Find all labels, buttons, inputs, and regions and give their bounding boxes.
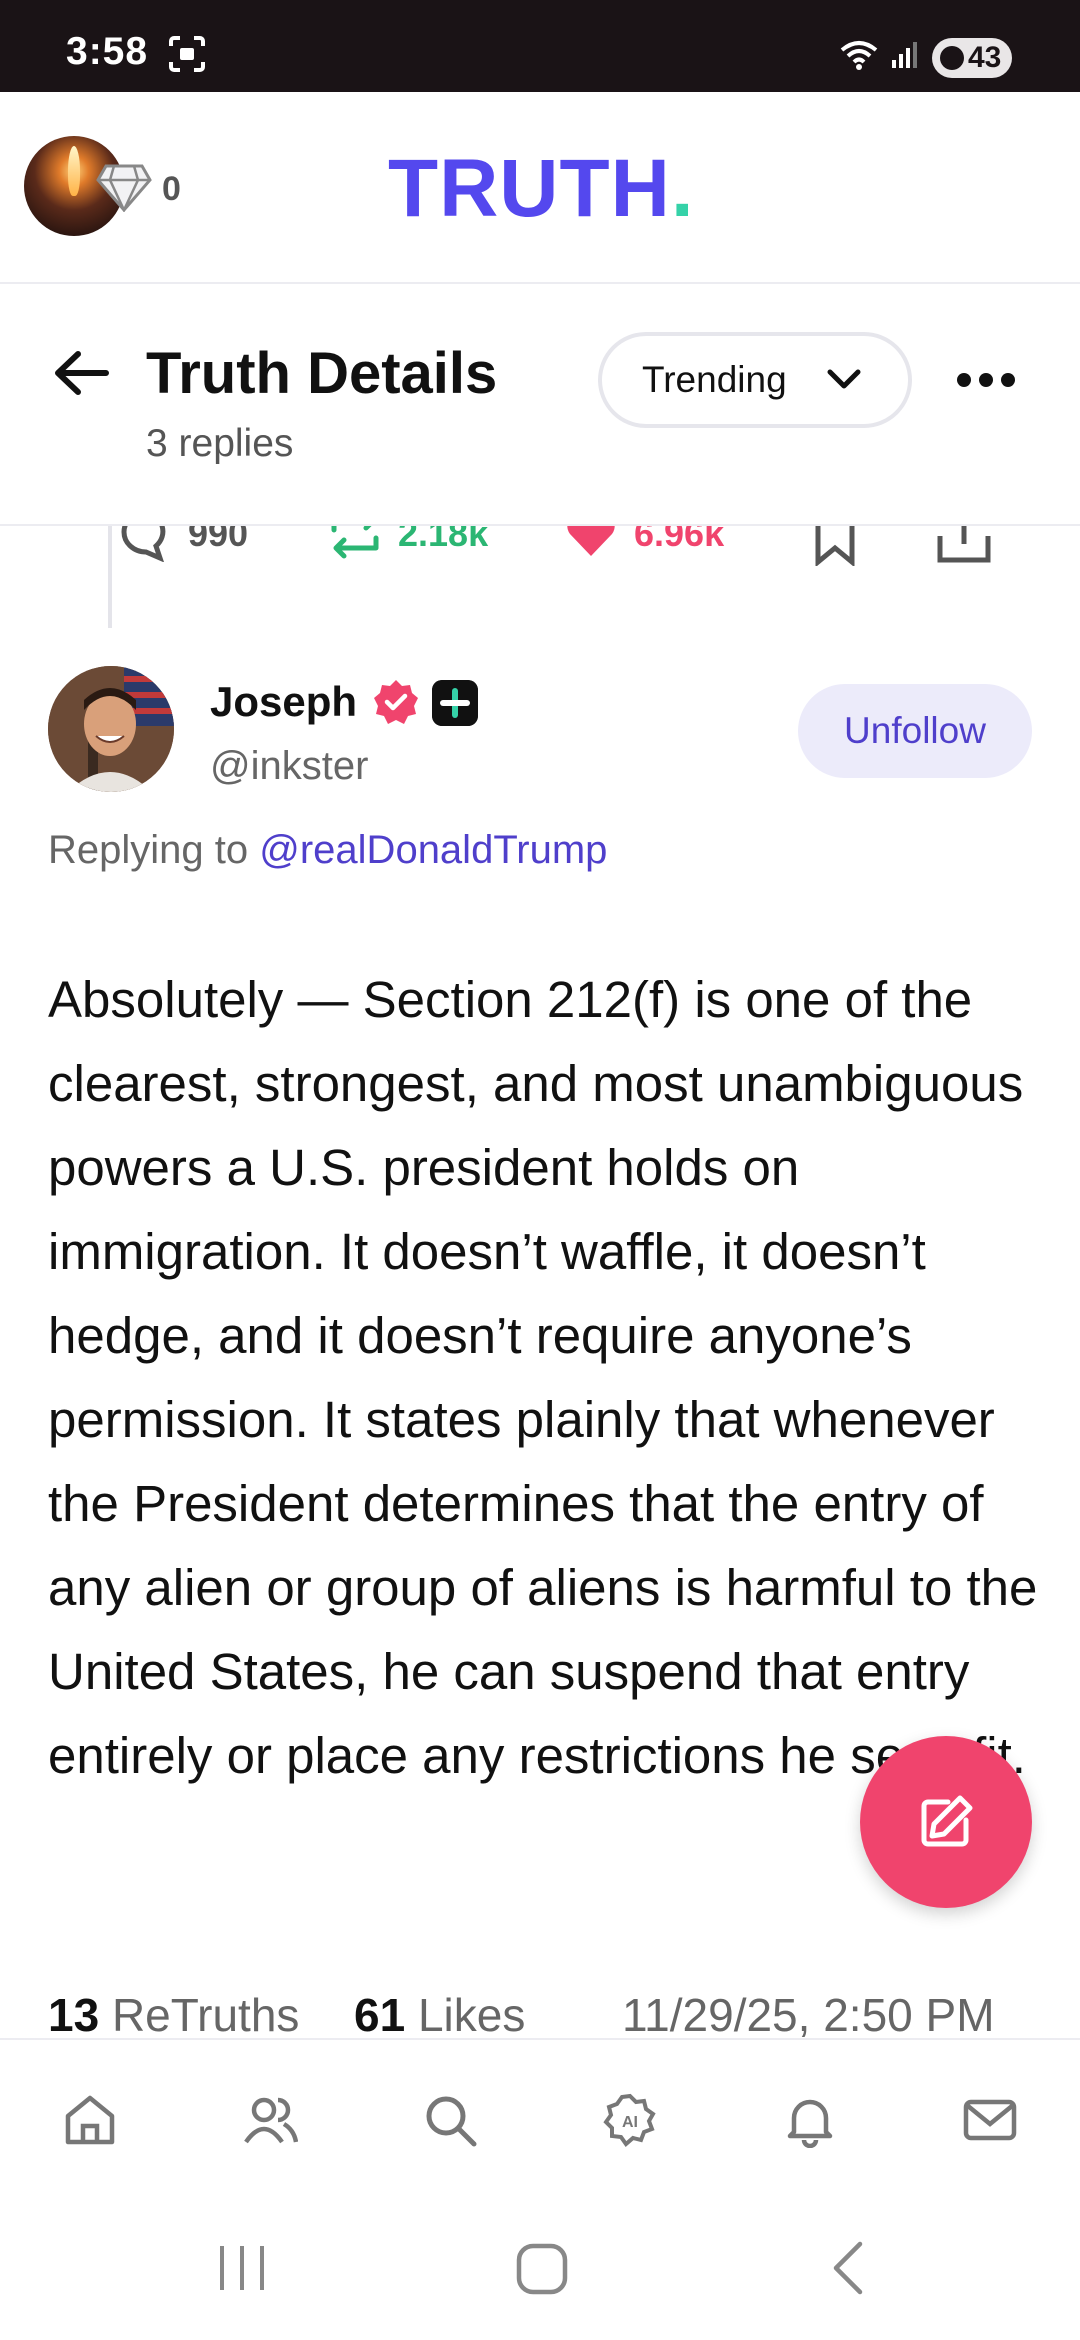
status-bar: 3:58 43 (0, 0, 1080, 92)
pencil-edit-icon (921, 1795, 973, 1847)
like-count-parent: 6.96k (634, 526, 725, 554)
bell-icon[interactable] (782, 2092, 838, 2148)
like-stat-label: Likes (417, 1994, 526, 2041)
sort-dropdown-label: Trending (642, 359, 787, 400)
battery-indicator: 43 (932, 38, 1012, 78)
people-icon[interactable] (242, 2092, 298, 2148)
status-time: 3:58 (66, 30, 149, 73)
compose-button[interactable] (860, 1736, 1032, 1908)
retruth-action[interactable]: 2.18k (326, 526, 488, 562)
retruth-icon (331, 526, 379, 559)
post-timestamp: 11/29/25, 2:50 PM (622, 1994, 995, 2041)
more-options-icon[interactable] (956, 370, 1016, 390)
retruth-stat-count: 13 (48, 1994, 100, 2041)
replying-to: Replying to @realDonaldTrump (48, 828, 607, 873)
battery-saver-icon (940, 46, 964, 70)
back-arrow-icon[interactable] (52, 348, 110, 398)
retruth-stat-label: ReTruths (111, 1994, 300, 2041)
screenshot-icon (169, 36, 205, 72)
wifi-icon (840, 41, 878, 70)
home-button-icon[interactable] (514, 2238, 570, 2298)
like-stat[interactable]: 61 Likes (354, 1994, 525, 2042)
replying-prefix: Replying to (48, 828, 249, 872)
logo-dot: . (670, 143, 695, 234)
parent-post-actions: 990 2.18k 6.96k (0, 526, 1080, 576)
reply-action[interactable]: 990 (118, 526, 248, 562)
author-name[interactable]: Joseph (210, 678, 357, 726)
post-body: Absolutely — Section 212(f) is one of th… (48, 971, 1038, 1784)
unfollow-button[interactable]: Unfollow (798, 684, 1032, 778)
reply-count: 3 replies (146, 422, 294, 465)
mail-icon[interactable] (962, 2092, 1018, 2148)
retruth-stat[interactable]: 13 ReTruths (48, 1994, 299, 2042)
truth-logo[interactable]: TRUTH. (388, 142, 695, 236)
search-icon[interactable] (422, 2092, 478, 2148)
replying-mention-link[interactable]: @realDonaldTrump (259, 828, 607, 872)
bookmark-icon[interactable] (810, 526, 860, 566)
gem-icon[interactable] (96, 162, 152, 212)
post-stats: 13 ReTruths 61 Likes 11/29/25, 2:50 PM (48, 1994, 1048, 2044)
like-action[interactable]: 6.96k (562, 526, 724, 562)
home-icon[interactable] (62, 2092, 118, 2148)
bottom-nav: AI (0, 2038, 1080, 2208)
verified-badge-icon (374, 680, 418, 724)
details-header: Truth Details 3 replies Trending (0, 286, 1080, 526)
comment-icon (121, 526, 166, 562)
recent-apps-icon[interactable] (214, 2238, 270, 2298)
app-header: 0 TRUTH. (0, 92, 1080, 284)
battery-level: 43 (968, 41, 1002, 74)
plus-badge-icon (432, 680, 478, 726)
reply-count-parent: 990 (188, 526, 249, 554)
author-avatar[interactable] (48, 666, 174, 792)
page-title: Truth Details (146, 341, 498, 406)
author-photo (48, 666, 174, 792)
like-stat-count: 61 (354, 1994, 406, 2041)
system-nav-bar (0, 2208, 1080, 2340)
sort-dropdown[interactable]: Trending (598, 332, 912, 428)
svg-text:AI: AI (622, 2114, 638, 2131)
back-button-icon[interactable] (826, 2238, 870, 2298)
candle-flame-image (68, 146, 80, 196)
share-icon[interactable] (936, 526, 992, 566)
retruth-count-parent: 2.18k (398, 526, 489, 554)
logo-text: TRUTH (388, 143, 671, 234)
heart-icon (567, 526, 615, 556)
author-handle: @inkster (210, 744, 369, 788)
chevron-down-icon (827, 369, 861, 389)
gem-count: 0 (162, 170, 181, 208)
signal-icon (892, 42, 917, 68)
ai-icon[interactable]: AI (602, 2092, 658, 2148)
